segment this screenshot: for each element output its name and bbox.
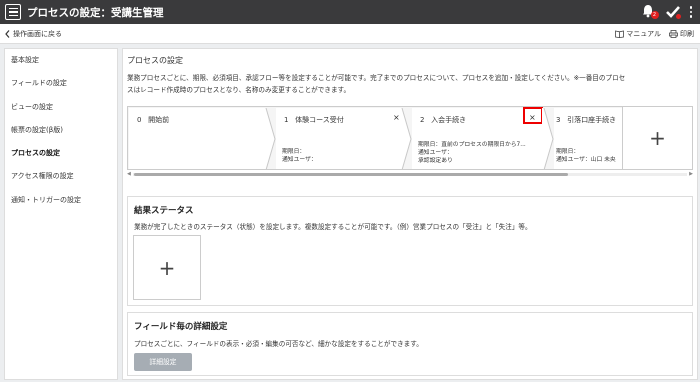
- add-process-button[interactable]: +: [622, 107, 692, 169]
- task-alert-dot: [675, 14, 681, 19]
- app-header: プロセスの設定：受講生管理 2: [0, 0, 700, 24]
- process-name: 0 開始前: [137, 115, 169, 125]
- notify-user-text: 通知ユーザ：山口 未央: [556, 157, 616, 163]
- process-number: 0: [137, 116, 142, 124]
- manual-link[interactable]: マニュアル: [615, 29, 661, 39]
- add-result-status-button[interactable]: +: [133, 235, 201, 300]
- field-detail-title: フィールド毎の詳細設定: [134, 322, 228, 332]
- notify-user-text: 通知ユーザ：: [418, 150, 453, 156]
- result-status-card: 結果ステータス 業務が完了したときのステータス（状態）を設定します。複数設定する…: [127, 196, 693, 306]
- book-icon: [615, 30, 625, 38]
- deadline-text: 期限日：直前のプロセスの期限日から7...: [418, 142, 526, 148]
- notification-badge: 2: [650, 11, 659, 19]
- highlight-box: [523, 107, 543, 124]
- print-link[interactable]: 印刷: [669, 29, 694, 39]
- process-info: 期限日：直前のプロセスの期限日から7... 通知ユーザ： 承認設定あり: [418, 141, 526, 165]
- process-label: 引落口座手続き: [567, 116, 617, 124]
- sidebar-item-process[interactable]: プロセスの設定: [5, 142, 117, 165]
- settings-sidebar: 基本設定 フィールドの設定 ビューの設定 帳票の設定(β版) プロセスの設定 ア…: [4, 48, 118, 380]
- sidebar-item-forms[interactable]: 帳票の設定(β版): [5, 119, 117, 142]
- main-panel: プロセスの設定 業務プロセスごとに、期限、必須項目、承認フロー等を設定することが…: [122, 48, 698, 380]
- result-status-title: 結果ステータス: [134, 206, 194, 216]
- notify-user-text: 通知ユーザ：: [282, 157, 317, 163]
- scroll-thumb[interactable]: [134, 173, 568, 176]
- process-arrow-icon: [542, 108, 554, 169]
- process-number: 2: [420, 116, 425, 124]
- task-check-icon[interactable]: [665, 4, 681, 20]
- scroll-left-icon[interactable]: ◀: [127, 171, 131, 177]
- process-flow: 0 開始前 1 体験コース受付 × 期限日： 通知ユーザ： 2 入会手続き × …: [127, 106, 693, 170]
- more-menu-icon[interactable]: [689, 6, 692, 18]
- print-label: 印刷: [680, 30, 694, 38]
- process-scrollbar[interactable]: ◀ ▶: [127, 171, 693, 177]
- process-label: 入会手続き: [431, 116, 467, 124]
- process-name: 1 体験コース受付: [284, 115, 344, 125]
- process-number: 3: [556, 116, 561, 124]
- field-detail-card: フィールド毎の詳細設定 プロセスごとに、フィールドの表示・必須・編集の可否など、…: [127, 312, 693, 376]
- process-card-3[interactable]: 3 引落口座手続き 期限日： 通知ユーザ：山口 未央: [554, 108, 624, 169]
- process-arrow-icon: [400, 108, 412, 169]
- process-label: 体験コース受付: [295, 116, 344, 124]
- close-icon[interactable]: ×: [393, 113, 400, 122]
- sidebar-item-fields[interactable]: フィールドの設定: [5, 72, 117, 95]
- process-label: 開始前: [148, 116, 170, 124]
- scroll-right-icon[interactable]: ▶: [689, 171, 693, 177]
- sidebar-item-basic[interactable]: 基本設定: [5, 49, 117, 72]
- back-to-operation-link[interactable]: 操作画面に戻る: [5, 29, 62, 39]
- deadline-text: 期限日：: [556, 149, 580, 155]
- sub-toolbar: 操作画面に戻る マニュアル 印刷: [0, 24, 700, 44]
- description-line-1: 業務プロセスごとに、期限、必須項目、承認フロー等を設定することが可能です。完了ま…: [127, 74, 626, 82]
- manual-label: マニュアル: [626, 30, 661, 38]
- detail-settings-button[interactable]: 詳細設定: [134, 353, 192, 371]
- process-info: 期限日： 通知ユーザ：山口 未央: [556, 148, 616, 164]
- printer-icon: [669, 30, 678, 38]
- process-arrow-icon: [264, 108, 276, 169]
- sidebar-item-access[interactable]: アクセス権限の設定: [5, 165, 117, 188]
- menu-icon[interactable]: [5, 4, 21, 20]
- process-number: 1: [284, 116, 289, 124]
- approval-text: 承認設定あり: [418, 158, 453, 164]
- sidebar-item-views[interactable]: ビューの設定: [5, 96, 117, 119]
- description-line-2: スはレコード作成時のプロセスとなり、名称のみ変更することができます。: [127, 86, 351, 94]
- notification-bell-icon[interactable]: 2: [642, 4, 659, 20]
- process-info: 期限日： 通知ユーザ：: [282, 148, 317, 164]
- process-card-1[interactable]: 1 体験コース受付 × 期限日： 通知ユーザ：: [276, 108, 402, 169]
- section-title: プロセスの設定: [127, 56, 183, 65]
- chevron-left-icon: [5, 30, 10, 38]
- result-status-description: 業務が完了したときのステータス（状態）を設定します。複数設定することが可能です。…: [134, 223, 532, 231]
- back-label: 操作画面に戻る: [13, 30, 62, 38]
- field-detail-description: プロセスごとに、フィールドの表示・必須・編集の可否など、細かな設定をすることがで…: [134, 340, 423, 348]
- process-description: 業務プロセスごとに、期限、必須項目、承認フロー等を設定することが可能です。完了ま…: [127, 72, 693, 96]
- process-name: 2 入会手続き: [420, 115, 466, 125]
- sidebar-item-notification[interactable]: 通知・トリガーの設定: [5, 189, 117, 212]
- process-card-0[interactable]: 0 開始前: [129, 108, 266, 169]
- deadline-text: 期限日：: [282, 149, 306, 155]
- process-name: 3 引落口座手続き: [556, 115, 616, 125]
- page-title: プロセスの設定：受講生管理: [27, 6, 164, 19]
